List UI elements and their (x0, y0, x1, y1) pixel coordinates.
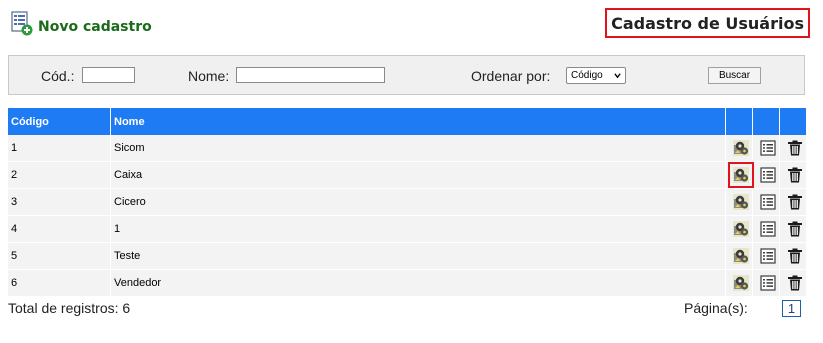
order-by-selected: Código (571, 70, 603, 81)
new-record-link[interactable]: Novo cadastro (10, 11, 152, 42)
permissions-icon (732, 220, 750, 238)
delete-button[interactable] (786, 274, 804, 292)
details-button[interactable] (759, 247, 777, 265)
column-header-details (753, 108, 780, 135)
cell-action (726, 135, 753, 162)
trash-icon (786, 139, 804, 157)
cell-code: 4 (8, 216, 111, 243)
cell-action (780, 216, 806, 243)
delete-button[interactable] (786, 193, 804, 211)
permissions-icon (732, 247, 750, 265)
cell-name: Vendedor (111, 270, 726, 297)
trash-icon (786, 193, 804, 211)
page-link-1[interactable]: 1 (782, 300, 801, 317)
details-icon (759, 247, 777, 265)
column-header-code[interactable]: Código (8, 108, 111, 135)
cell-code: 6 (8, 270, 111, 297)
name-filter-label: Nome: (188, 68, 230, 84)
table-header-row: Código Nome (8, 108, 806, 135)
users-table: Código Nome 1 Sicom 2 Caixa 3 Cicero 4 1 5 Teste 6… (8, 108, 806, 297)
trash-icon (786, 274, 804, 292)
cell-action (726, 162, 754, 189)
new-document-icon (10, 11, 34, 42)
top-bar: Novo cadastro Cadastro de Usuários (0, 0, 823, 50)
details-button[interactable] (759, 220, 777, 238)
chevron-down-icon (614, 73, 621, 79)
cell-action (780, 135, 806, 162)
permissions-button[interactable] (732, 193, 750, 211)
details-button[interactable] (759, 274, 777, 292)
cell-action (753, 270, 780, 297)
details-button[interactable] (759, 139, 777, 157)
cell-action (753, 216, 780, 243)
permissions-button[interactable] (732, 247, 750, 265)
cell-action (780, 162, 806, 189)
cell-action (780, 189, 806, 216)
delete-button[interactable] (786, 166, 804, 184)
cell-name: Teste (111, 243, 726, 270)
table-row[interactable]: 5 Teste (8, 243, 806, 270)
new-record-label: Novo cadastro (38, 18, 152, 35)
details-button[interactable] (759, 193, 777, 211)
trash-icon (786, 220, 804, 238)
cell-action (753, 135, 780, 162)
search-button[interactable]: Buscar (708, 67, 761, 84)
cell-action (726, 270, 753, 297)
details-icon (759, 139, 777, 157)
cell-action (753, 189, 780, 216)
cell-action (780, 270, 806, 297)
details-icon (759, 274, 777, 292)
order-by-label: Ordenar por: (471, 68, 551, 84)
details-icon (759, 220, 777, 238)
code-filter-input[interactable] (82, 67, 135, 83)
trash-icon (786, 166, 804, 184)
cell-name: 1 (111, 216, 726, 243)
column-header-permissions (726, 108, 753, 135)
filter-panel: Cód.: Nome: Ordenar por: Código Buscar (8, 55, 805, 95)
cell-action (780, 243, 806, 270)
cell-name: Sicom (111, 135, 726, 162)
table-row[interactable]: 1 Sicom (8, 135, 806, 162)
cell-code: 2 (8, 162, 111, 189)
permissions-button[interactable] (732, 139, 750, 157)
delete-button[interactable] (786, 139, 804, 157)
details-icon (759, 193, 777, 211)
column-header-name[interactable]: Nome (111, 108, 726, 135)
cell-code: 5 (8, 243, 111, 270)
cell-action (726, 189, 753, 216)
table-row[interactable]: 3 Cicero (8, 189, 806, 216)
total-records: Total de registros: 6 (8, 300, 131, 316)
permissions-button[interactable] (732, 274, 750, 292)
table-row[interactable]: 2 Caixa (8, 162, 806, 189)
column-header-delete (780, 108, 806, 135)
cell-code: 1 (8, 135, 111, 162)
cell-action (753, 243, 780, 270)
page-title: Cadastro de Usuários (605, 8, 810, 38)
cell-action (753, 162, 780, 189)
table-row[interactable]: 41 (8, 216, 806, 243)
details-icon (759, 166, 777, 184)
code-filter-label: Cód.: (41, 68, 75, 84)
details-button[interactable] (759, 166, 777, 184)
pages-label: Página(s): (684, 300, 748, 316)
cell-name: Caixa (111, 162, 726, 189)
name-filter-input[interactable] (236, 67, 385, 83)
permissions-icon (732, 166, 750, 184)
delete-button[interactable] (786, 247, 804, 265)
cell-action (726, 243, 753, 270)
permissions-button[interactable] (732, 220, 750, 238)
trash-icon (786, 247, 804, 265)
delete-button[interactable] (786, 220, 804, 238)
permissions-icon (732, 193, 750, 211)
permissions-icon (732, 274, 750, 292)
cell-name: Cicero (111, 189, 726, 216)
permissions-icon (732, 139, 750, 157)
cell-code: 3 (8, 189, 111, 216)
permissions-button[interactable] (727, 162, 754, 188)
cell-action (726, 216, 753, 243)
table-row[interactable]: 6 Vendedor (8, 270, 806, 297)
order-by-select[interactable]: Código (566, 67, 626, 84)
